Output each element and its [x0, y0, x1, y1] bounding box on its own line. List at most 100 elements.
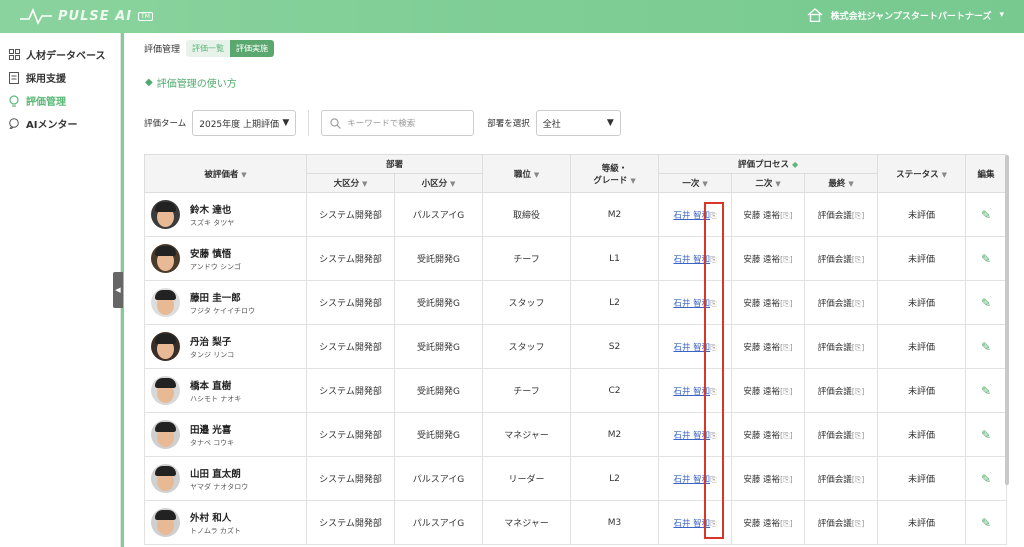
cell-second: 安藤 遠裕[⎘] — [731, 500, 806, 545]
person-name: 田邉 光喜 — [190, 424, 232, 436]
cell-position: 取締役 — [482, 192, 572, 237]
home-icon[interactable] — [807, 8, 823, 22]
paperclip-icon[interactable]: [⎘] — [780, 519, 793, 528]
sort-icon[interactable]: ▼ — [630, 177, 635, 185]
table-row: 安藤 慎悟 アンドウ シンゴ システム開発部 受託開発G チーフ L1 石井 智… — [144, 236, 1008, 281]
cell-final: 評価会議[⎘] — [804, 412, 879, 457]
scrollbar[interactable] — [1005, 155, 1009, 485]
person-kana: スズキ タツヤ — [190, 218, 235, 227]
col-grade[interactable]: 等級・ グレード ▼ — [570, 154, 660, 193]
cell-status: 未評価 — [877, 500, 967, 545]
cell-second: 安藤 遠裕[⎘] — [731, 192, 806, 237]
pencil-icon[interactable]: ✎ — [981, 208, 991, 222]
app-logo[interactable]: PULSE AI TM — [20, 7, 153, 25]
caret-down-icon: ▼ — [606, 118, 614, 128]
term-label: 評価ターム — [144, 119, 187, 129]
cell-dept-minor: パルスアイG — [393, 456, 484, 501]
col-first[interactable]: 一次 ▼ — [658, 173, 733, 193]
col-final[interactable]: 最終 ▼ — [804, 173, 879, 193]
pencil-icon[interactable]: ✎ — [981, 340, 991, 354]
logo-text: PULSE AI — [58, 8, 133, 24]
col-dept: 部署 — [305, 154, 484, 174]
pencil-icon[interactable]: ✎ — [981, 428, 991, 442]
col-status[interactable]: ステータス ▼ — [877, 154, 967, 193]
person-kana: タンジ リンコ — [190, 350, 235, 359]
sort-icon[interactable]: ▼ — [241, 171, 246, 179]
term-select[interactable]: 2025年度 上期評価 ▼ — [192, 110, 297, 136]
paperclip-icon[interactable]: [⎘] — [852, 255, 865, 264]
person-name: 外村 和人 — [190, 512, 232, 524]
paperclip-icon[interactable]: [⎘] — [780, 211, 793, 220]
sidebar-item-evaluation[interactable]: 評価管理 — [0, 89, 120, 112]
paperclip-icon[interactable]: [⎘] — [780, 343, 793, 352]
avatar — [151, 376, 180, 405]
sort-icon[interactable]: ▼ — [848, 180, 853, 188]
col-position[interactable]: 職位 ▼ — [482, 154, 572, 193]
table-row: 外村 和人 トノムラ カズト システム開発部 パルスアイG マネジャー M3 石… — [144, 500, 1008, 545]
paperclip-icon[interactable]: [⎘] — [852, 519, 865, 528]
paperclip-icon[interactable]: [⎘] — [780, 299, 793, 308]
table-row: 鈴木 達也 スズキ タツヤ システム開発部 パルスアイG 取締役 M2 石井 智… — [144, 192, 1008, 237]
tab-evaluation-run[interactable]: 評価実施 — [230, 40, 275, 57]
paperclip-icon[interactable]: [⎘] — [852, 431, 865, 440]
sidebar-item-label: AIメンター — [26, 120, 78, 131]
sidebar-item-ai-mentor[interactable]: AIメンター — [0, 112, 120, 135]
term-value: 2025年度 上期評価 — [199, 119, 280, 130]
page-title: 評価管理 — [144, 45, 181, 55]
sort-icon[interactable]: ▼ — [775, 180, 780, 188]
col-second[interactable]: 二次 ▼ — [731, 173, 806, 193]
avatar — [151, 200, 180, 229]
company-switcher[interactable]: 株式会社ジャンプスタートパートナーズ ▾ — [807, 8, 1004, 22]
cell-edit: ✎ — [965, 412, 1008, 457]
dept-value: 全社 — [542, 119, 561, 130]
pencil-icon[interactable]: ✎ — [981, 516, 991, 530]
sort-icon[interactable]: ▼ — [534, 171, 539, 179]
diamond-icon: ◆ — [791, 160, 799, 169]
paperclip-icon[interactable]: [⎘] — [852, 343, 865, 352]
avatar — [151, 464, 180, 493]
search-input[interactable]: キーワードで検索 — [321, 110, 475, 136]
cell-dept-major: システム開発部 — [306, 236, 395, 281]
dept-select[interactable]: 全社 ▼ — [535, 110, 621, 136]
paperclip-icon[interactable]: [⎘] — [780, 475, 793, 484]
cell-second: 安藤 遠裕[⎘] — [731, 236, 806, 281]
cell-dept-minor: 受託開発G — [393, 236, 484, 281]
howto-label: 評価管理の使い方 — [156, 79, 237, 90]
paperclip-icon[interactable]: [⎘] — [852, 211, 865, 220]
search-icon — [330, 117, 342, 129]
sort-icon[interactable]: ▼ — [702, 180, 707, 188]
final-evaluator: 評価会議 — [817, 298, 852, 309]
paperclip-icon[interactable]: [⎘] — [852, 387, 865, 396]
col-evaluatee[interactable]: 被評価者 ▼ — [144, 154, 307, 193]
cell-edit: ✎ — [965, 500, 1008, 545]
pencil-icon[interactable]: ✎ — [981, 472, 991, 486]
cell-final: 評価会議[⎘] — [804, 192, 879, 237]
tab-evaluation-list[interactable]: 評価一覧 — [186, 40, 231, 57]
sidebar-item-recruiting[interactable]: 採用支援 — [0, 66, 120, 89]
pencil-icon[interactable]: ✎ — [981, 384, 991, 398]
document-icon — [8, 71, 20, 84]
paperclip-icon[interactable]: [⎘] — [780, 255, 793, 264]
col-dept-minor[interactable]: 小区分 ▼ — [393, 173, 484, 193]
sort-icon[interactable]: ▼ — [450, 180, 455, 188]
pencil-icon[interactable]: ✎ — [981, 296, 991, 310]
paperclip-icon[interactable]: [⎘] — [852, 475, 865, 484]
cell-status: 未評価 — [877, 236, 967, 281]
sort-icon[interactable]: ▼ — [362, 180, 367, 188]
top-header: PULSE AI TM 株式会社ジャンプスタートパートナーズ ▾ — [0, 0, 1024, 33]
cell-grade: C2 — [570, 368, 660, 413]
cell-evaluatee: 安藤 慎悟 アンドウ シンゴ — [144, 236, 307, 281]
pencil-icon[interactable]: ✎ — [981, 252, 991, 266]
table-row: 藤田 圭一郎 フジタ ケイイチロウ システム開発部 受託開発G スタッフ L2 … — [144, 280, 1008, 325]
sidebar-collapse-button[interactable]: ◀ — [113, 272, 123, 308]
cell-second: 安藤 遠裕[⎘] — [731, 280, 806, 325]
howto-link[interactable]: ◆ 評価管理の使い方 — [145, 75, 237, 90]
paperclip-icon[interactable]: [⎘] — [780, 387, 793, 396]
paperclip-icon[interactable]: [⎘] — [852, 299, 865, 308]
second-evaluator: 安藤 遠裕 — [743, 298, 781, 309]
paperclip-icon[interactable]: [⎘] — [780, 431, 793, 440]
cell-position: リーダー — [482, 456, 572, 501]
sort-icon[interactable]: ▼ — [942, 171, 947, 179]
sidebar-item-talent-database[interactable]: 人材データベース — [0, 43, 120, 66]
col-dept-major[interactable]: 大区分 ▼ — [306, 173, 395, 193]
